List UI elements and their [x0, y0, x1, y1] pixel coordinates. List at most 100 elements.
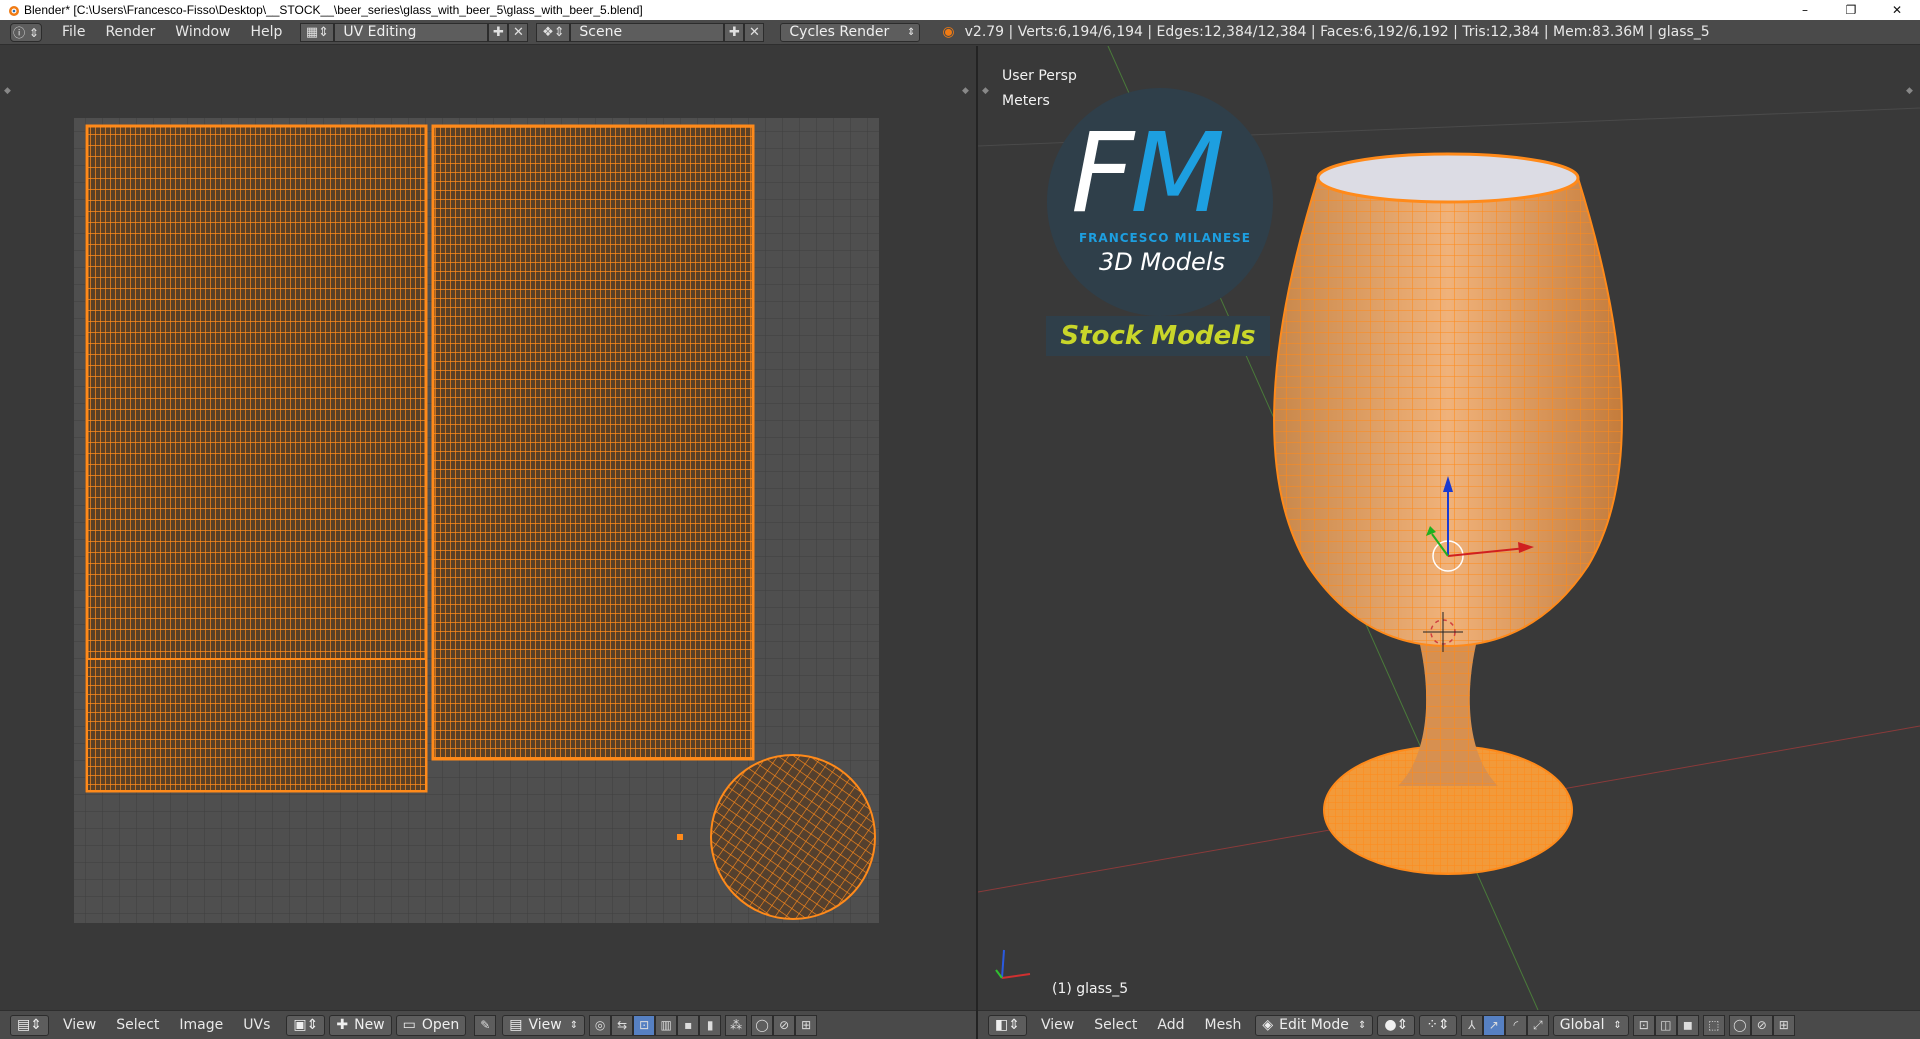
menu-render[interactable]: Render — [95, 20, 165, 45]
add-layout-button[interactable]: ✚ — [488, 22, 509, 42]
face-select-icon: ◼ — [1682, 1018, 1693, 1032]
new-image-label: New — [354, 1017, 385, 1033]
pivot-point-select[interactable]: ⁘⇕ — [1419, 1014, 1457, 1036]
layout-name-field[interactable]: UV Editing — [334, 22, 489, 42]
face-select-button[interactable]: ◼ — [1676, 1014, 1699, 1036]
scene-name-field[interactable]: Scene — [570, 22, 725, 42]
rotate-manipulator-button[interactable]: ◜ — [1504, 1014, 1527, 1036]
menu-file[interactable]: File — [52, 20, 95, 45]
vertex-select-button[interactable]: ⊡ — [1632, 1014, 1655, 1036]
axis-widget-x — [1001, 973, 1031, 979]
viewport-menu-mesh[interactable]: Mesh — [1195, 1017, 1252, 1033]
chevron-updown-icon: ⇕ — [1357, 1019, 1367, 1031]
island-select-button[interactable]: ▮ — [699, 1014, 722, 1036]
chevron-updown-icon: ⇕ — [907, 26, 916, 38]
screen-layout-icon: ▦⇕ — [305, 24, 329, 40]
pivot-icon: ◎ — [594, 1018, 606, 1032]
viewport-menu-add[interactable]: Add — [1147, 1017, 1194, 1033]
snap-element-button[interactable]: ⊞ — [795, 1014, 818, 1036]
viewport-menu-select[interactable]: Select — [1084, 1017, 1147, 1033]
snap-toggle-button[interactable]: ⊘ — [1750, 1014, 1773, 1036]
orientation-label: Global — [1559, 1017, 1605, 1033]
add-scene-button[interactable]: ✚ — [724, 22, 745, 42]
limit-selection-button[interactable]: ⬚ — [1702, 1014, 1725, 1036]
uv-menu-uvs[interactable]: UVs — [233, 1017, 280, 1033]
mode-select[interactable]: ◈ Edit Mode ⇕ — [1255, 1014, 1374, 1036]
render-engine-select[interactable]: Cycles Render ⇕ — [780, 22, 921, 42]
manipulator-toggle[interactable]: ⅄ — [1460, 1014, 1483, 1036]
image-browse-button[interactable]: ▣⇕ — [286, 1014, 326, 1036]
render-engine-label: Cycles Render — [789, 24, 890, 40]
sync-selection-button[interactable]: ⇆ — [611, 1014, 634, 1036]
edge-select-icon: ▥ — [660, 1018, 672, 1032]
edge-select-button[interactable]: ◫ — [1654, 1014, 1677, 1036]
blender-logo-icon: ◉ — [942, 24, 955, 40]
window-titlebar: Blender* [C:\Users\Francesco-Fisso\Deskt… — [0, 0, 1920, 20]
cube-icon: ◧⇕ — [995, 1017, 1020, 1033]
logo-brand-name: FRANCESCO MILANESE — [1078, 231, 1252, 245]
view-mode-icon: ▤ — [509, 1017, 523, 1033]
info-icon: ⓘ ⇕ — [13, 25, 39, 40]
transform-orientation-select[interactable]: Global ⇕ — [1552, 1014, 1629, 1036]
uv-menu-select[interactable]: Select — [106, 1017, 169, 1033]
uv-island-point[interactable] — [677, 834, 683, 840]
units-label: Meters — [1002, 93, 1050, 109]
sync-icon: ⇆ — [617, 1018, 628, 1032]
menu-window[interactable]: Window — [165, 20, 240, 45]
vertex-select-button[interactable]: ⊡ — [633, 1014, 656, 1036]
open-image-button[interactable]: ▭ Open — [395, 1014, 467, 1036]
edge-select-button[interactable]: ▥ — [655, 1014, 678, 1036]
rotate-icon: ◜ — [1513, 1018, 1519, 1032]
uv-editor-header: ▤⇕ View Select Image UVs ▣⇕ ✚ New ▭ Open… — [0, 1010, 976, 1039]
menu-help[interactable]: Help — [240, 20, 292, 45]
uv-island-base-disc[interactable] — [710, 754, 876, 920]
editor-type-info-button[interactable]: ⓘ ⇕ — [10, 22, 42, 42]
uv-canvas[interactable] — [0, 46, 976, 1010]
close-button[interactable]: ✕ — [1874, 0, 1920, 20]
snap-element-button[interactable]: ⊞ — [1772, 1014, 1795, 1036]
pin-image-button[interactable]: ✎ — [474, 1014, 497, 1036]
edit-mode-icon: ◈ — [1262, 1017, 1274, 1033]
image-editor-icon: ▤⇕ — [17, 1017, 42, 1033]
snap-element-icon: ⊞ — [801, 1018, 812, 1032]
translate-manipulator-button[interactable]: ↗ — [1482, 1014, 1505, 1036]
image-icon: ▣⇕ — [293, 1017, 319, 1033]
pivot-button[interactable]: ◎ — [589, 1014, 612, 1036]
viewport-header: ◧⇕ View Select Add Mesh ◈ Edit Mode ⇕ ●⇕… — [978, 1010, 1920, 1039]
delete-layout-button[interactable]: ✕ — [508, 22, 529, 42]
scene-browse-button[interactable]: ❖⇕ — [536, 22, 571, 42]
uv-menu-image[interactable]: Image — [169, 1017, 233, 1033]
pin-icon: ✎ — [480, 1018, 491, 1032]
viewport-menu-view[interactable]: View — [1031, 1017, 1084, 1033]
image-mode-select[interactable]: ▤ View ⇕ — [502, 1014, 586, 1036]
arrow-icon: ↗ — [1488, 1018, 1499, 1032]
occlude-icon: ⬚ — [1708, 1018, 1720, 1032]
delete-scene-button[interactable]: ✕ — [744, 22, 765, 42]
editor-type-button[interactable]: ◧⇕ — [988, 1014, 1027, 1036]
view-name-label: User Persp — [1002, 68, 1077, 84]
maximize-button[interactable]: ❐ — [1828, 0, 1874, 20]
editor-type-button[interactable]: ▤⇕ — [10, 1014, 49, 1036]
proportional-edit-button[interactable]: ◯ — [1728, 1014, 1751, 1036]
viewport-shading-select[interactable]: ●⇕ — [1377, 1014, 1416, 1036]
proportional-edit-button[interactable]: ◯ — [751, 1014, 774, 1036]
scene-icon: ❖⇕ — [542, 24, 565, 40]
snap-toggle-button[interactable]: ⊘ — [773, 1014, 796, 1036]
chevron-updown-icon: ⇕ — [569, 1019, 579, 1031]
scale-manipulator-button[interactable]: ⤢ — [1526, 1014, 1549, 1036]
manipulator-icon: ⅄ — [1468, 1018, 1476, 1032]
layout-browse-button[interactable]: ▦⇕ — [300, 22, 335, 42]
new-image-button[interactable]: ✚ New — [329, 1014, 392, 1036]
minimize-button[interactable]: – — [1782, 0, 1828, 20]
axis-widget-z — [1001, 949, 1005, 979]
uv-menu-view[interactable]: View — [53, 1017, 106, 1033]
uv-island-inner[interactable] — [431, 124, 755, 761]
sticky-selection-button[interactable]: ⁂ — [725, 1014, 748, 1036]
uv-image-editor[interactable]: ◆ ◆ — [0, 46, 976, 1010]
face-select-button[interactable]: ▪ — [677, 1014, 700, 1036]
vertex-select-icon: ⊡ — [1638, 1018, 1649, 1032]
close-icon: ✕ — [512, 24, 524, 40]
sticky-icon: ⁂ — [730, 1018, 743, 1032]
mode-label: Edit Mode — [1279, 1017, 1349, 1033]
plus-icon: ✚ — [492, 24, 504, 40]
